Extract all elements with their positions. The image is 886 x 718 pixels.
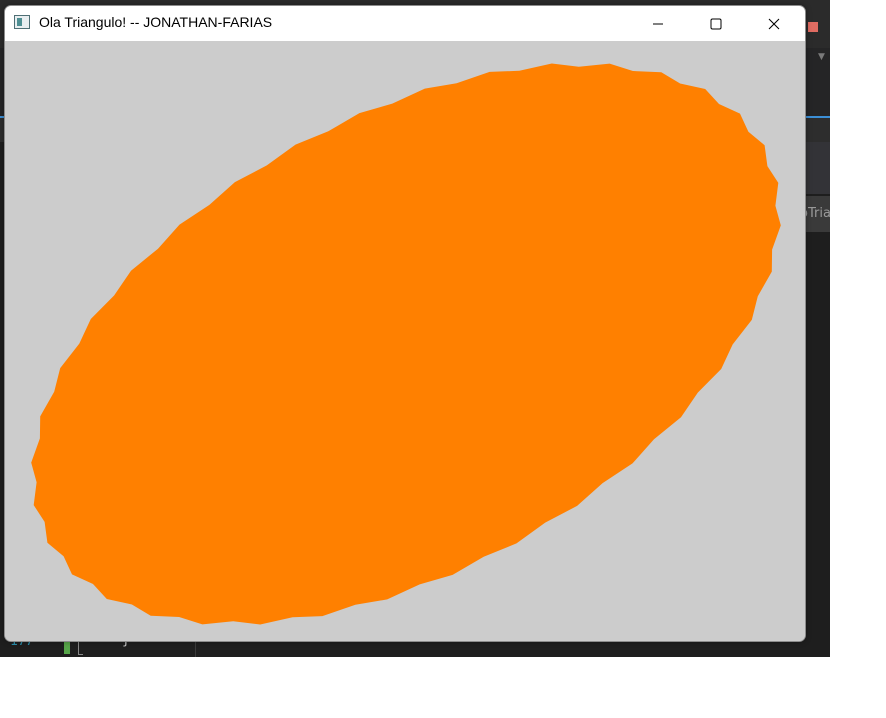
editor-change-marker: [64, 641, 70, 654]
render-canvas: [5, 41, 805, 641]
orange-ellipse: [31, 63, 781, 625]
app-window-icon[interactable]: [14, 15, 30, 29]
maximize-button[interactable]: [687, 6, 745, 41]
render-surface: [31, 63, 781, 625]
minimize-icon: [653, 23, 663, 24]
minimize-button[interactable]: [629, 6, 687, 41]
close-button[interactable]: [745, 6, 803, 41]
editor-indent-guide: [195, 640, 196, 657]
title-bar[interactable]: Ola Triangulo! -- JONATHAN-FARIAS: [5, 6, 805, 41]
window-title: Ola Triangulo! -- JONATHAN-FARIAS: [39, 14, 273, 30]
editor-fold-bracket: [78, 640, 83, 655]
editor-record-icon: [808, 22, 818, 32]
chevron-down-icon: ▼: [818, 52, 825, 62]
close-icon: [768, 18, 780, 29]
app-window: Ola Triangulo! -- JONATHAN-FARIAS: [4, 5, 806, 642]
maximize-icon: [710, 18, 722, 29]
